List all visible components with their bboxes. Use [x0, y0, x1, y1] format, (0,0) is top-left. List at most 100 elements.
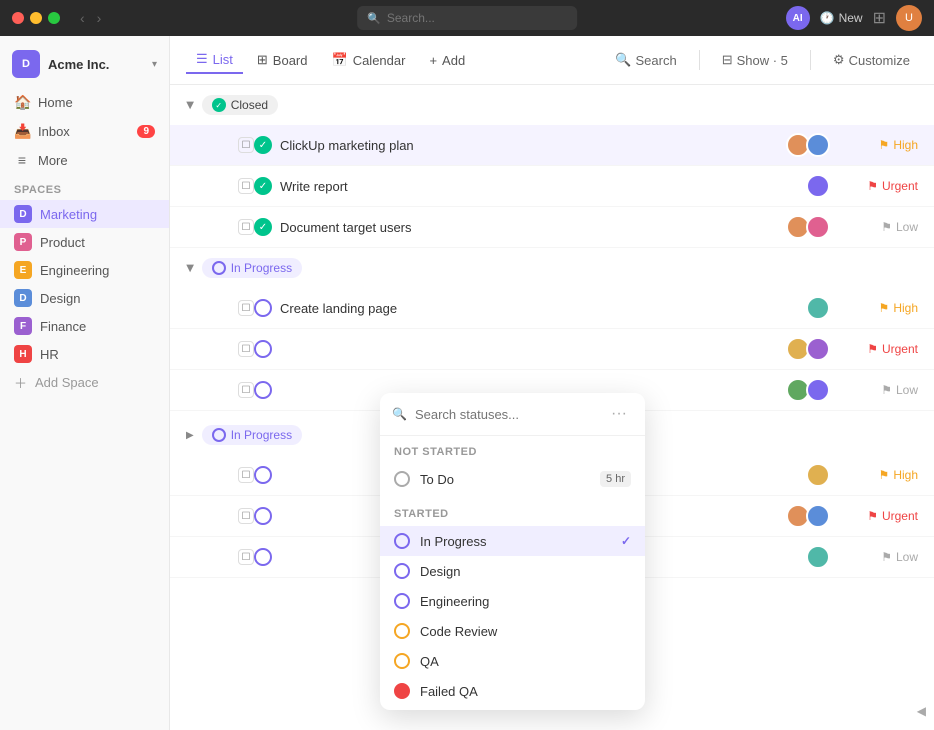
- task-status-icon[interactable]: [254, 381, 272, 399]
- task-checkbox[interactable]: ☐: [238, 382, 254, 398]
- dropdown-more-button[interactable]: ···: [605, 403, 633, 425]
- task-checkbox[interactable]: ☐: [238, 300, 254, 316]
- show-icon: ⊟: [722, 52, 733, 68]
- task-name: Document target users: [280, 220, 778, 235]
- sidebar-item-product[interactable]: P Product: [0, 228, 169, 256]
- search-button[interactable]: 🔍 Search: [607, 47, 684, 73]
- flag-icon: ⚑: [881, 220, 892, 234]
- avatar: [806, 378, 830, 402]
- sidebar-item-inbox[interactable]: 📥 Inbox 9: [0, 117, 169, 146]
- priority-flag: ⚑ High: [848, 468, 918, 482]
- inprogress-status-icon: [394, 533, 410, 549]
- workspace-header[interactable]: D Acme Inc. ▾: [0, 44, 169, 84]
- dropdown-search-input[interactable]: [415, 407, 597, 422]
- flag-icon: ⚑: [881, 550, 892, 564]
- workspace-logo: D: [12, 50, 40, 78]
- list-tab-icon: ☰: [196, 51, 208, 67]
- task-list: ▶ ✓ Closed ⋮⋮ ☐ ✓ ClickUp marketing plan: [170, 85, 934, 730]
- new-button[interactable]: 🕐 New: [820, 11, 863, 25]
- table-row[interactable]: ⋮⋮ ☐ ✓ Write report ⚑ Urgent: [170, 166, 934, 207]
- design-label: Design: [40, 291, 80, 306]
- not-started-section: NOT STARTED To Do 5 hr: [380, 436, 645, 498]
- avatar: [806, 174, 830, 198]
- workspace-chevron-icon: ▾: [152, 59, 157, 70]
- task-status-icon[interactable]: ✓: [254, 218, 272, 236]
- inprogress2-status-dot: [212, 428, 226, 442]
- main-content: ☰ List ⊞ Board 📅 Calendar + Add 🔍 Search: [170, 36, 934, 730]
- task-name: ClickUp marketing plan: [280, 138, 778, 153]
- task-checkbox[interactable]: ☐: [238, 219, 254, 235]
- add-space-button[interactable]: ＋ Add Space: [0, 368, 169, 397]
- task-status-icon[interactable]: [254, 466, 272, 484]
- todo-status-icon: [394, 471, 410, 487]
- user-avatar[interactable]: U: [896, 5, 922, 31]
- table-row[interactable]: ⋮⋮ ☐ ⚑ Urgent: [170, 329, 934, 370]
- status-item-failedqa[interactable]: Failed QA: [380, 676, 645, 706]
- inprogress-status-badge: In Progress: [202, 258, 302, 278]
- minimize-dot[interactable]: [30, 12, 42, 24]
- avatar: [806, 337, 830, 361]
- show-button[interactable]: ⊟ Show · 5: [714, 47, 796, 73]
- tab-add[interactable]: + Add: [419, 48, 475, 73]
- sidebar-item-more[interactable]: ≡ More: [0, 146, 169, 174]
- maximize-dot[interactable]: [48, 12, 60, 24]
- sidebar-item-home[interactable]: 🏠 Home: [0, 88, 169, 117]
- table-row[interactable]: ⋮⋮ ☐ Create landing page ⚑ High: [170, 288, 934, 329]
- tab-board[interactable]: ⊞ Board: [247, 47, 318, 73]
- task-status-icon[interactable]: [254, 548, 272, 566]
- titlebar-search-bar[interactable]: 🔍: [357, 6, 577, 30]
- closed-section-chevron: ▶: [184, 101, 195, 109]
- task-status-icon[interactable]: ✓: [254, 136, 272, 154]
- task-checkbox[interactable]: ☐: [238, 508, 254, 524]
- avatar: [806, 545, 830, 569]
- customize-button[interactable]: ⚙ Customize: [825, 47, 918, 73]
- more-icon: ≡: [14, 152, 30, 168]
- task-status-icon[interactable]: ✓: [254, 177, 272, 195]
- status-item-codereview[interactable]: Code Review: [380, 616, 645, 646]
- design-icon: D: [14, 289, 32, 307]
- inprogress2-section-chevron: ▶: [186, 430, 194, 441]
- titlebar-search-input[interactable]: [387, 11, 567, 25]
- status-item-design[interactable]: Design: [380, 556, 645, 586]
- sidebar-item-finance[interactable]: F Finance: [0, 312, 169, 340]
- sidebar-item-hr[interactable]: H HR: [0, 340, 169, 368]
- task-checkbox[interactable]: ☐: [238, 467, 254, 483]
- search-icon: 🔍: [367, 12, 381, 25]
- avatar: [806, 215, 830, 239]
- status-item-qa[interactable]: QA: [380, 646, 645, 676]
- task-checkbox[interactable]: ☐: [238, 549, 254, 565]
- window-controls: [12, 12, 60, 24]
- sidebar-item-engineering[interactable]: E Engineering: [0, 256, 169, 284]
- priority-flag: ⚑ Low: [848, 220, 918, 234]
- sidebar-item-design[interactable]: D Design: [0, 284, 169, 312]
- close-dot[interactable]: [12, 12, 24, 24]
- ai-button[interactable]: AI: [786, 6, 810, 30]
- section-header-closed[interactable]: ▶ ✓ Closed: [170, 85, 934, 125]
- task-checkbox[interactable]: ☐: [238, 341, 254, 357]
- back-arrow[interactable]: ‹: [76, 8, 89, 28]
- table-row[interactable]: ⋮⋮ ☐ ✓ ClickUp marketing plan ⚑ High: [170, 125, 934, 166]
- task-avatars: [786, 215, 830, 239]
- status-item-inprogress[interactable]: In Progress ✓: [380, 526, 645, 556]
- engineering-label: Engineering: [40, 263, 109, 278]
- grid-icon[interactable]: ⊞: [873, 8, 886, 28]
- tab-list[interactable]: ☰ List: [186, 46, 243, 74]
- task-status-icon[interactable]: [254, 299, 272, 317]
- clock-icon: 🕐: [820, 11, 835, 25]
- sidebar-item-marketing[interactable]: D Marketing: [0, 200, 169, 228]
- avatar: [806, 463, 830, 487]
- task-status-icon[interactable]: [254, 507, 272, 525]
- closed-status-badge: ✓ Closed: [202, 95, 278, 115]
- priority-flag: ⚑ Low: [848, 383, 918, 397]
- forward-arrow[interactable]: ›: [93, 8, 106, 28]
- section-header-inprogress[interactable]: ▶ In Progress: [170, 248, 934, 288]
- task-status-icon[interactable]: [254, 340, 272, 358]
- table-row[interactable]: ⋮⋮ ☐ ✓ Document target users ⚑ Low: [170, 207, 934, 248]
- task-checkbox[interactable]: ☐: [238, 178, 254, 194]
- task-checkbox[interactable]: ☐: [238, 137, 254, 153]
- tab-calendar[interactable]: 📅 Calendar: [322, 47, 416, 73]
- not-started-label: NOT STARTED: [380, 444, 645, 464]
- task-avatars: [786, 337, 830, 361]
- status-item-engineering[interactable]: Engineering: [380, 586, 645, 616]
- status-item-todo[interactable]: To Do 5 hr: [380, 464, 645, 494]
